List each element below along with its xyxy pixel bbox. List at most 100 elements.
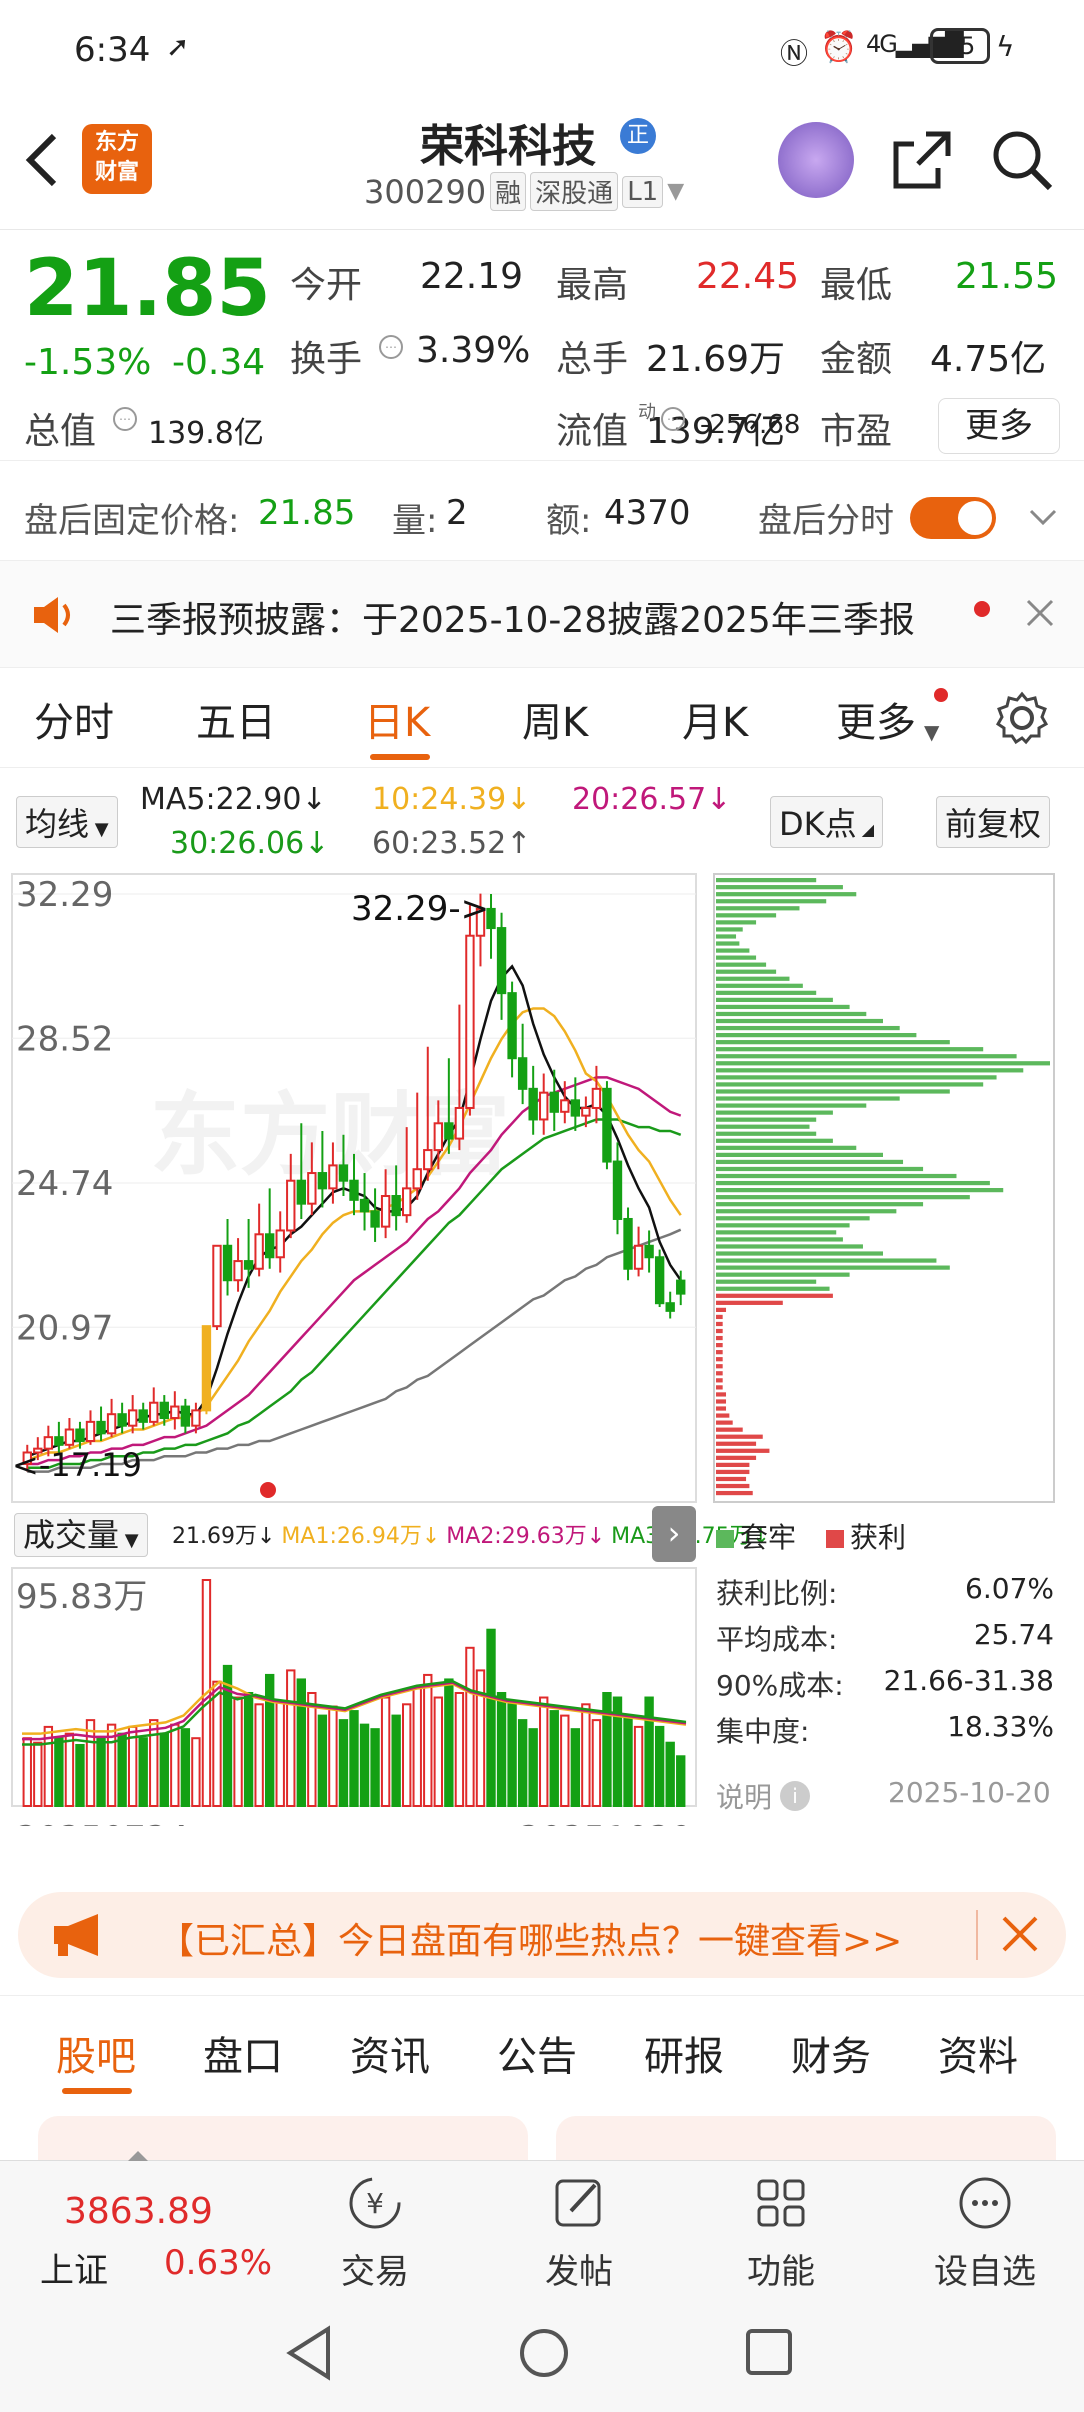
section-tab[interactable]: 股吧	[56, 2024, 136, 2082]
nav-post-label: 发帖	[545, 2252, 613, 2292]
close-icon[interactable]	[1000, 1914, 1040, 1954]
chevron-down-icon[interactable]	[1028, 507, 1058, 529]
volume-bar	[433, 1696, 444, 1808]
chip-bar-hold	[716, 1103, 867, 1108]
volume-bar	[349, 1710, 359, 1808]
turnover-info-icon[interactable]: ⋯	[378, 334, 404, 360]
legend-hold: 套牢	[716, 1516, 796, 1556]
after-hours-vol-label: 量:	[392, 501, 438, 541]
adjust-selector[interactable]: 前复权	[936, 796, 1051, 848]
section-tab[interactable]: 盘口	[203, 2024, 283, 2082]
volume-bar	[486, 1628, 496, 1807]
ma-selector-label: 均线	[25, 805, 90, 843]
tab-daily-k[interactable]: 日K	[364, 690, 430, 748]
section-tab[interactable]: 资讯	[350, 2024, 430, 2082]
share-icon[interactable]	[890, 128, 954, 192]
section-tab[interactable]: 公告	[497, 2024, 577, 2082]
back-triangle-icon[interactable]	[284, 2325, 334, 2381]
search-icon[interactable]	[990, 128, 1054, 192]
tab-weekly-k[interactable]: 周K	[522, 690, 588, 748]
nav-add-watchlist[interactable]: 设自选	[920, 2171, 1050, 2293]
ma-selector[interactable]: 均线 ▼	[16, 796, 118, 848]
after-hours-toggle-label: 盘后分时	[758, 501, 894, 541]
candle-body	[54, 1436, 64, 1446]
chip-legend: 套牢 获利	[716, 1516, 906, 1556]
chip-bar-hold	[716, 941, 740, 946]
tab-intraday[interactable]: 分时	[34, 690, 114, 748]
candle-body	[64, 1428, 75, 1446]
more-button[interactable]: 更多	[938, 398, 1060, 454]
hot-topics-banner[interactable]: 【已汇总】今日盘面有哪些热点？一键查看>>	[18, 1892, 1066, 1978]
quote-label: 今开	[290, 265, 363, 306]
volume-bar	[85, 1719, 96, 1807]
kline-tabs: 分时 五日 日K 周K 月K 更多 ▼	[0, 668, 1084, 768]
volume-bar	[180, 1728, 191, 1807]
chip-bar-hold	[716, 1216, 870, 1221]
more-circle-icon	[959, 2177, 1011, 2229]
section-tab[interactable]: 资料	[938, 2024, 1018, 2082]
chip-bar-hold	[716, 976, 790, 981]
candle-body	[75, 1428, 85, 1442]
tag-level[interactable]: L1	[622, 175, 664, 208]
volume-bar	[264, 1673, 275, 1807]
expand-chevron-icon[interactable]: ›	[652, 1506, 696, 1562]
after-hours-price: 21.85	[258, 493, 356, 533]
info-dot-icon[interactable]: ⋯	[112, 406, 138, 432]
navigation-arrow-icon: ➚	[166, 30, 190, 63]
candle-body	[402, 1187, 412, 1217]
volume-bar	[275, 1701, 285, 1807]
section-tab[interactable]: 财务	[791, 2024, 871, 2082]
settings-gear-icon[interactable]	[994, 690, 1050, 746]
notice-text: 三季报预披露：于2025-10-28披露2025年三季报	[110, 600, 915, 641]
recents-square-icon[interactable]	[744, 2327, 796, 2379]
nav-trade[interactable]: ¥ 交易	[320, 2171, 430, 2293]
index-value[interactable]: 3863.89	[64, 2191, 213, 2232]
section-tab[interactable]: 研报	[644, 2024, 724, 2082]
tab-monthly-k[interactable]: 月K	[682, 690, 748, 748]
chip-bar-hold	[716, 1166, 924, 1172]
home-circle-icon[interactable]	[516, 2325, 572, 2381]
back-icon[interactable]	[22, 130, 62, 190]
candle-body	[539, 1091, 549, 1121]
high-marker: 32.29->	[351, 889, 489, 929]
index-name: 上证	[40, 2251, 108, 2291]
nav-post[interactable]: 发帖	[524, 2171, 634, 2293]
tab-five-day[interactable]: 五日	[196, 690, 276, 748]
chip-bar-hold	[716, 1145, 857, 1150]
chevron-down-icon[interactable]: ▼	[667, 179, 684, 204]
notice-bar[interactable]: 三季报预披露：于2025-10-28披露2025年三季报	[0, 560, 1084, 668]
candle-body	[212, 1244, 222, 1328]
after-hours-toggle[interactable]	[910, 497, 996, 539]
pe-info-icon[interactable]: ⋯	[660, 406, 686, 432]
candle-body	[359, 1198, 370, 1213]
volume-selector[interactable]: 成交量 ▼	[14, 1513, 148, 1557]
volume-bar	[412, 1687, 422, 1807]
close-icon[interactable]	[1024, 597, 1056, 629]
chip-note[interactable]: 说明 i	[716, 1776, 811, 1816]
chip-bar-hold	[716, 1025, 900, 1031]
ma10-line	[26, 1007, 682, 1462]
volume-bar	[328, 1705, 338, 1807]
stock-code: 300290	[364, 172, 487, 211]
chip-bar-profit	[716, 1364, 723, 1369]
chip-bar-profit	[716, 1328, 723, 1334]
nav-functions[interactable]: 功能	[726, 2171, 836, 2293]
quote-label: 总手	[556, 339, 629, 380]
chip-bar-hold	[716, 1061, 1050, 1066]
expand-up-icon[interactable]	[128, 2151, 148, 2161]
candle-body	[370, 1210, 380, 1228]
chip-bar-profit	[716, 1406, 727, 1411]
assistant-avatar-icon[interactable]	[778, 122, 854, 198]
quote-value: -256.68	[700, 410, 801, 440]
volume-bar	[191, 1737, 201, 1808]
candle-body	[243, 1260, 254, 1270]
candle-body	[465, 934, 475, 1109]
section-tabs: 股吧 盘口 资讯 公告 研报 财务 资料	[0, 1995, 1084, 2105]
dk-point-selector[interactable]: DK点 ◢	[770, 796, 884, 848]
chip-bar-hold	[716, 997, 833, 1002]
x-axis-label-start: 20250724	[16, 1819, 189, 1826]
chip-date: 2025-10-20	[888, 1776, 1051, 1809]
candle-body	[654, 1256, 665, 1305]
chip-bar-profit	[716, 1371, 723, 1376]
tab-more[interactable]: 更多	[836, 690, 916, 748]
